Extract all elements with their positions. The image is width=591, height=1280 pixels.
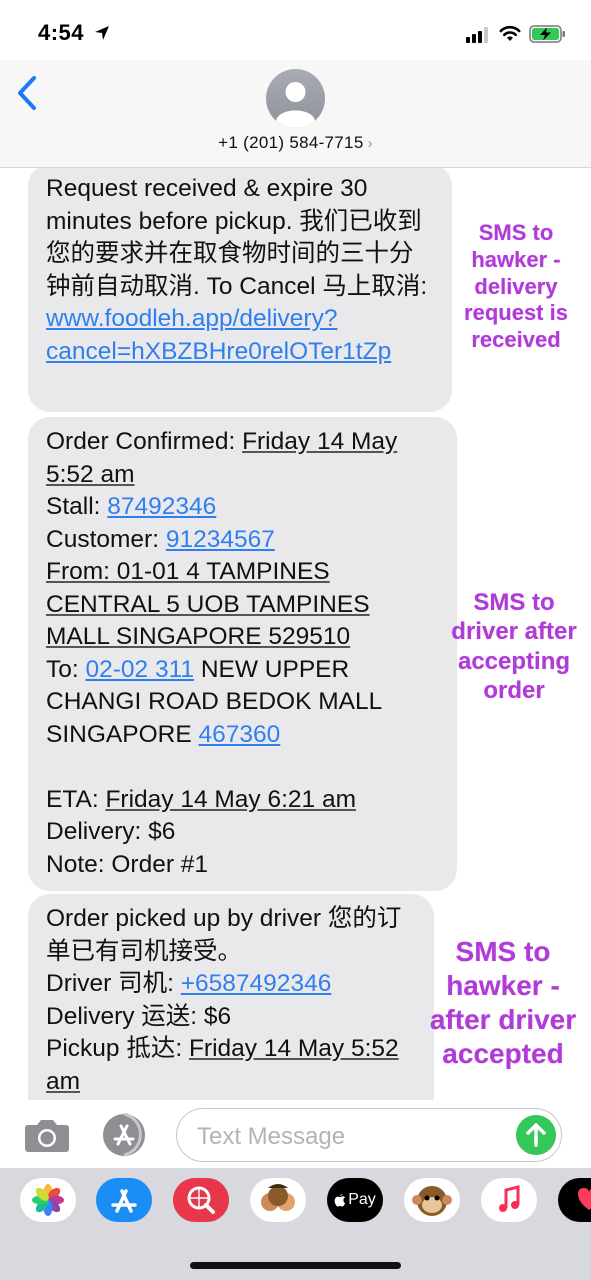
chevron-right-icon: › <box>367 135 373 152</box>
contact-number[interactable]: +1 (201) 584-7715 › <box>0 133 591 153</box>
location-arrow-icon <box>95 26 109 40</box>
back-chevron-icon[interactable] <box>14 74 40 112</box>
input-placeholder: Text Message <box>197 1123 346 1150</box>
to-unit-link[interactable]: 02-02 311 <box>86 656 195 683</box>
stall-phone-link[interactable]: 87492346 <box>107 493 216 520</box>
person-silhouette-icon <box>276 82 315 128</box>
app-store-apps-icon[interactable] <box>102 1113 150 1157</box>
customer-phone-link[interactable]: 91234567 <box>166 526 275 553</box>
annotation-2: SMS to driver after accepting order <box>451 589 577 704</box>
input-bar: Text Message <box>0 1100 591 1168</box>
message-bubble-1[interactable]: Request received & expire 30 minutes bef… <box>28 168 452 412</box>
text-message-input[interactable]: Text Message <box>176 1108 562 1162</box>
imessage-app-drawer: Pay <box>0 1168 591 1280</box>
eta-date-link[interactable]: Friday 14 May 6:21 am <box>105 786 356 813</box>
message-thread[interactable]: Request received & expire 30 minutes bef… <box>0 168 591 1100</box>
app-store-icon[interactable] <box>96 1178 152 1222</box>
postal-code-link[interactable]: 467360 <box>198 721 280 748</box>
home-indicator[interactable] <box>190 1262 401 1269</box>
message-link[interactable]: www.foodleh.app/delivery?cancel=hXBZBHre… <box>46 305 391 365</box>
digital-touch-icon[interactable] <box>558 1178 591 1222</box>
wifi-icon <box>499 25 521 41</box>
apple-pay-label: Pay <box>348 1191 376 1208</box>
conversation-header: +1 (201) 584-7715 › <box>0 60 591 168</box>
music-icon[interactable] <box>481 1178 537 1222</box>
web-search-icon[interactable] <box>173 1178 229 1222</box>
annotation-1: SMS to hawker - delivery request is rece… <box>464 220 568 353</box>
contact-avatar[interactable] <box>266 69 325 128</box>
message-bubble-3[interactable]: Order picked up by driver 您的订单已有司机接受。 Dr… <box>28 894 434 1100</box>
cellular-signal-icon <box>466 27 488 43</box>
apple-pay-icon[interactable]: Pay <box>327 1178 383 1222</box>
status-time: 4:54 <box>38 20 85 45</box>
photos-app-icon[interactable] <box>20 1178 76 1222</box>
camera-icon[interactable] <box>24 1117 70 1153</box>
memoji-stickers-icon[interactable] <box>250 1178 306 1222</box>
message-bubble-2[interactable]: Order Confirmed: Friday 14 May 5:52 am S… <box>28 417 457 891</box>
driver-phone-link[interactable]: +6587492346 <box>181 970 332 997</box>
animoji-monkey-icon[interactable] <box>404 1178 460 1222</box>
message-text: Request received & expire 30 minutes bef… <box>46 175 428 300</box>
battery-charging-icon <box>529 25 565 43</box>
annotation-3: SMS to hawker - after driver accepted <box>429 936 577 1070</box>
send-arrow-icon[interactable] <box>516 1115 556 1155</box>
from-address-link[interactable]: From: 01-01 4 TAMPINES CENTRAL 5 UOB TAM… <box>46 558 370 650</box>
